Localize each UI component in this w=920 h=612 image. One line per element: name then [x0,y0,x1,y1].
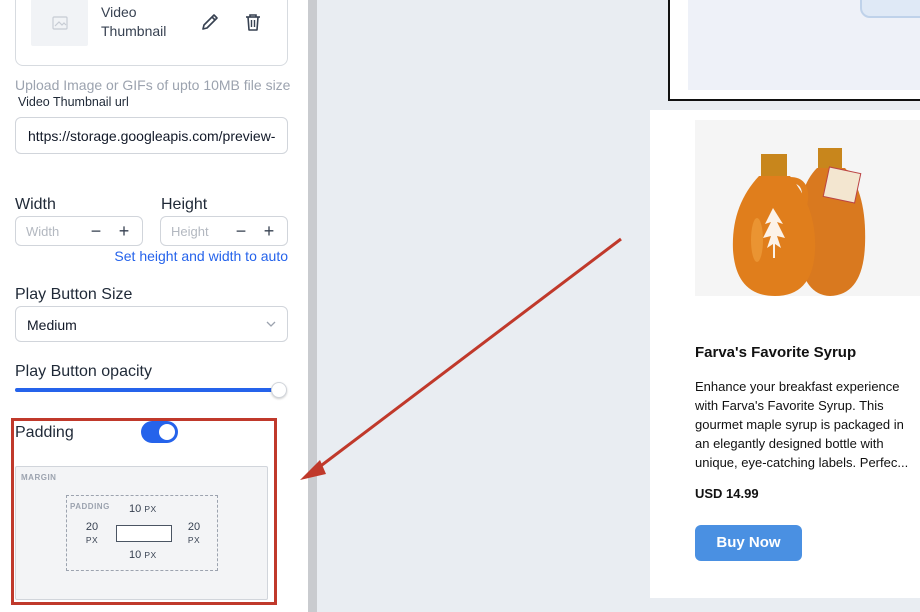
padding-top-value[interactable]: 10 PX [129,503,157,516]
padding-label: Padding [15,424,74,441]
product-title: Farva's Favorite Syrup [695,344,857,361]
opacity-slider-track[interactable] [15,388,281,392]
width-increment-button[interactable]: + [115,219,133,243]
product-price: USD 14.99 [695,486,759,501]
padding-left-value[interactable]: 20 PX [83,521,101,547]
product-image [695,120,920,296]
pencil-icon[interactable] [199,11,221,33]
product-description: Enhance your breakfast experience with F… [695,379,909,470]
width-decrement-button[interactable]: − [87,219,105,243]
padding-toggle[interactable] [141,421,178,443]
video-thumbnail-url-label: Video Thumbnail url [18,95,129,109]
preview-block-button [860,0,920,18]
content-rect [116,525,172,542]
play-button-size-value: Medium [27,317,77,333]
padding-right-value[interactable]: 20 PX [185,521,203,547]
preview-previous-block [668,0,920,101]
thumbnail-card: Video Thumbnail [15,0,288,66]
padding-box-label: PADDING [70,502,110,511]
video-thumbnail-url-input[interactable] [15,117,288,154]
width-input[interactable] [26,222,84,240]
padding-box: PADDING 10 PX 20 PX 20 PX 10 PX [66,495,218,571]
upload-hint: Upload Image or GIFs of upto 10MB file s… [15,77,291,93]
image-placeholder-icon [51,15,68,30]
play-button-opacity-label: Play Button opacity [15,363,152,380]
height-stepper: − + [160,216,288,246]
opacity-slider-thumb[interactable] [271,382,287,398]
width-label: Width [15,196,56,213]
height-input[interactable] [171,222,229,240]
thumbnail-preview [31,0,88,46]
play-button-size-label: Play Button Size [15,286,133,303]
height-increment-button[interactable]: + [260,219,278,243]
margin-label: MARGIN [21,473,57,482]
padding-bottom-value[interactable]: 10 PX [129,549,157,562]
settings-panel: Video Thumbnail Upload Image or GIFs of … [0,0,308,612]
buy-now-button[interactable]: Buy Now [695,525,802,561]
play-button-size-select[interactable]: Medium [15,306,288,342]
thumbnail-name: Video Thumbnail [101,4,167,39]
height-decrement-button[interactable]: − [232,219,250,243]
trash-icon[interactable] [242,11,264,33]
panel-divider[interactable] [308,0,317,612]
product-card: Farva's Favorite Syrup Enhance your brea… [650,110,920,598]
height-label: Height [161,196,208,213]
set-auto-size-link[interactable]: Set height and width to auto [114,248,288,264]
chevron-down-icon [266,321,276,327]
margin-box: MARGIN PADDING 10 PX 20 PX 20 PX 10 PX [15,466,268,600]
width-stepper: − + [15,216,143,246]
syrup-bottle-image [695,120,920,296]
toggle-knob [159,424,175,440]
